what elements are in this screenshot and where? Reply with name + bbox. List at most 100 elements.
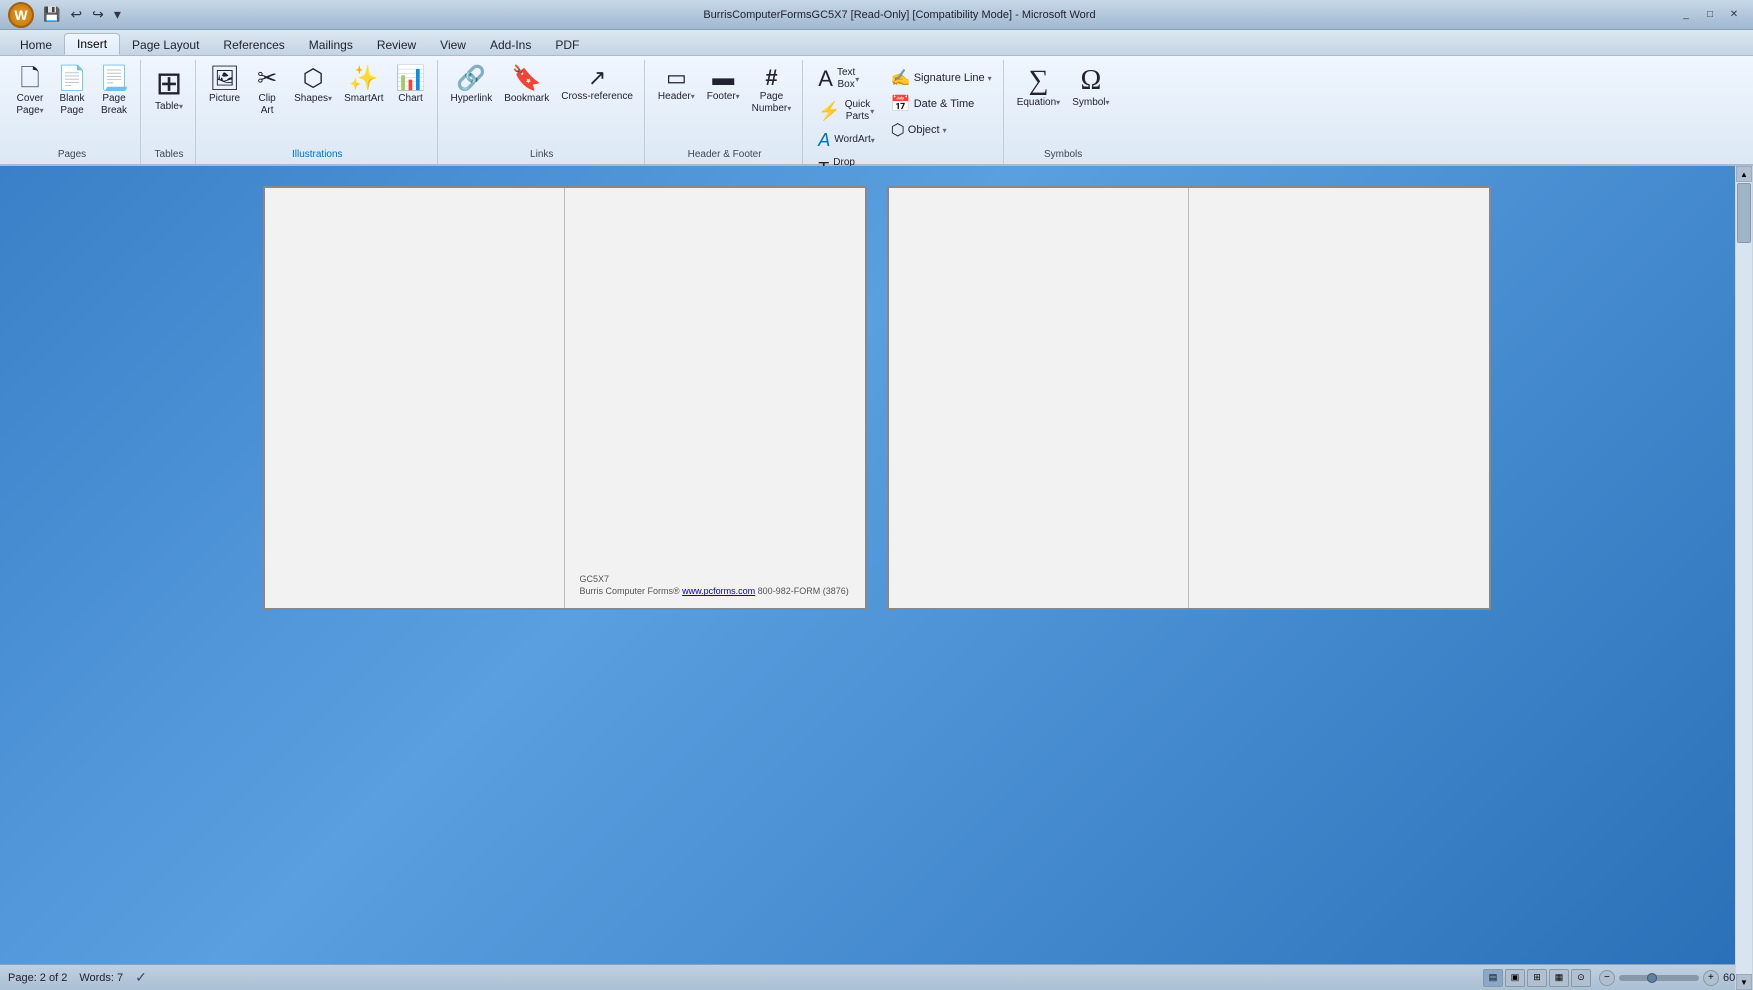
scroll-down-button[interactable]: ▼ xyxy=(1736,974,1752,990)
customize-qa-button[interactable]: ▾ xyxy=(111,4,124,25)
print-layout-button[interactable]: ▤ xyxy=(1483,969,1503,987)
vertical-scrollbar[interactable]: ▲ ▼ xyxy=(1735,166,1753,990)
zoom-slider[interactable] xyxy=(1619,975,1699,981)
view-mode-buttons: ▤ ▣ ⊞ ▦ ⊙ xyxy=(1483,969,1591,987)
symbol-button[interactable]: Ω Symbol▾ xyxy=(1067,64,1114,112)
title-bar-left: W 💾 ↩ ↪ ▾ xyxy=(8,2,124,28)
object-icon: ⬡ xyxy=(891,120,905,140)
cross-reference-button[interactable]: ↗ Cross-reference xyxy=(556,64,638,106)
scroll-thumb[interactable] xyxy=(1737,183,1751,243)
blank-page-button[interactable]: 📄 BlankPage xyxy=(52,64,92,120)
zoom-controls: − + 60% xyxy=(1599,970,1745,986)
tab-home[interactable]: Home xyxy=(8,35,64,55)
minimize-button[interactable]: _ xyxy=(1675,6,1697,24)
header-footer-items: ▭ Header▾ ▬ Footer▾ # PageNumber▾ xyxy=(653,62,796,147)
tab-insert[interactable]: Insert xyxy=(64,33,120,55)
close-button[interactable]: ✕ xyxy=(1723,6,1745,24)
tab-view[interactable]: View xyxy=(428,35,478,55)
tab-page-layout[interactable]: Page Layout xyxy=(120,35,211,55)
footer-line2: Burris Computer Forms® www.pcforms.com 8… xyxy=(580,585,849,598)
symbols-items: ∑ Equation▾ Ω Symbol▾ xyxy=(1012,62,1115,147)
outline-button[interactable]: ▦ xyxy=(1549,969,1569,987)
zoom-slider-thumb xyxy=(1647,973,1657,983)
footer-icon: ▬ xyxy=(712,67,734,89)
wordart-button[interactable]: A WordArt ▾ xyxy=(811,128,882,152)
ribbon-group-symbols: ∑ Equation▾ Ω Symbol▾ Symbols xyxy=(1006,60,1121,164)
quick-parts-button[interactable]: ⚡ QuickParts ▾ xyxy=(811,96,882,126)
smartart-button[interactable]: ✨ SmartArt xyxy=(339,64,388,108)
date-time-icon: 📅 xyxy=(891,94,911,114)
quick-access-toolbar: 💾 ↩ ↪ ▾ xyxy=(40,4,124,25)
table-button[interactable]: ⊞ Table▾ xyxy=(149,64,189,116)
signature-line-button[interactable]: ✍ Signature Line ▾ xyxy=(886,66,997,90)
right-spread-container xyxy=(887,186,1491,610)
picture-icon: 🖼 xyxy=(209,67,239,91)
symbols-group-label: Symbols xyxy=(1012,147,1115,162)
pages-items: 🗋 CoverPage▾ 📄 BlankPage 📃 PageBreak xyxy=(10,62,134,147)
page-break-icon: 📃 xyxy=(99,67,129,91)
picture-button[interactable]: 🖼 Picture xyxy=(204,64,245,108)
illustrations-group-label: Illustrations xyxy=(204,147,431,162)
status-left: Page: 2 of 2 Words: 7 ✓ xyxy=(8,969,147,986)
links-items: 🔗 Hyperlink 🔖 Bookmark ↗ Cross-reference xyxy=(446,62,638,147)
links-group-label: Links xyxy=(446,147,638,162)
cover-page-button[interactable]: 🗋 CoverPage▾ xyxy=(10,64,50,120)
date-time-button[interactable]: 📅 Date & Time xyxy=(886,92,997,116)
bookmark-icon: 🔖 xyxy=(512,67,542,91)
scroll-track[interactable] xyxy=(1736,182,1752,974)
illustrations-items: 🖼 Picture ✂ ClipArt ⬡ Shapes▾ ✨ SmartArt… xyxy=(204,62,431,147)
header-footer-group-label: Header & Footer xyxy=(653,147,796,162)
ribbon-group-links: 🔗 Hyperlink 🔖 Bookmark ↗ Cross-reference… xyxy=(440,60,645,164)
office-button[interactable]: W xyxy=(8,2,34,28)
header-button[interactable]: ▭ Header▾ xyxy=(653,64,700,106)
blank-page-icon: 📄 xyxy=(57,67,87,91)
tab-review[interactable]: Review xyxy=(365,35,428,55)
equation-icon: ∑ xyxy=(1028,67,1048,95)
text-right-btns: ✍ Signature Line ▾ 📅 Date & Time ⬡ Objec… xyxy=(886,64,997,142)
page-number-icon: # xyxy=(765,67,777,89)
ribbon-group-illustrations: 🖼 Picture ✂ ClipArt ⬡ Shapes▾ ✨ SmartArt… xyxy=(198,60,438,164)
quick-parts-icon: ⚡ xyxy=(818,102,840,120)
maximize-button[interactable]: □ xyxy=(1699,6,1721,24)
object-button[interactable]: ⬡ Object ▾ xyxy=(886,118,997,142)
ribbon-tabs: Home Insert Page Layout References Maili… xyxy=(0,30,1753,56)
ribbon: 🗋 CoverPage▾ 📄 BlankPage 📃 PageBreak Pag… xyxy=(0,56,1753,166)
document-page-3 xyxy=(889,188,1189,608)
zoom-in-button[interactable]: + xyxy=(1703,970,1719,986)
text-box-button[interactable]: A TextBox ▾ xyxy=(811,64,882,94)
word-count: Words: 7 xyxy=(79,972,123,984)
page-spread-left: GC5X7 Burris Computer Forms® www.pcforms… xyxy=(263,186,867,610)
page-break-button[interactable]: 📃 PageBreak xyxy=(94,64,134,120)
clip-art-button[interactable]: ✂ ClipArt xyxy=(247,64,287,120)
tab-mailings[interactable]: Mailings xyxy=(297,35,365,55)
table-icon: ⊞ xyxy=(156,67,183,99)
undo-button[interactable]: ↩ xyxy=(67,4,85,25)
tab-references[interactable]: References xyxy=(211,35,296,55)
pages-group-label: Pages xyxy=(10,147,134,162)
ribbon-group-pages: 🗋 CoverPage▾ 📄 BlankPage 📃 PageBreak Pag… xyxy=(4,60,141,164)
redo-button[interactable]: ↪ xyxy=(89,4,107,25)
page-2-footer: GC5X7 Burris Computer Forms® www.pcforms… xyxy=(580,573,849,598)
save-button[interactable]: 💾 xyxy=(40,4,63,25)
document-page-1 xyxy=(265,188,565,608)
draft-button[interactable]: ⊙ xyxy=(1571,969,1591,987)
canvas-area[interactable]: GC5X7 Burris Computer Forms® www.pcforms… xyxy=(0,166,1753,964)
scroll-up-button[interactable]: ▲ xyxy=(1736,166,1752,182)
page-number-button[interactable]: # PageNumber▾ xyxy=(747,64,797,118)
tab-add-ins[interactable]: Add-Ins xyxy=(478,35,543,55)
tab-pdf[interactable]: PDF xyxy=(543,35,591,55)
spell-check-icon[interactable]: ✓ xyxy=(135,969,147,986)
web-layout-button[interactable]: ⊞ xyxy=(1527,969,1547,987)
bookmark-button[interactable]: 🔖 Bookmark xyxy=(499,64,554,108)
shapes-button[interactable]: ⬡ Shapes▾ xyxy=(289,64,337,108)
hyperlink-button[interactable]: 🔗 Hyperlink xyxy=(446,64,498,108)
chart-button[interactable]: 📊 Chart xyxy=(391,64,431,108)
zoom-out-button[interactable]: − xyxy=(1599,970,1615,986)
equation-button[interactable]: ∑ Equation▾ xyxy=(1012,64,1066,112)
textbox-icon: A xyxy=(818,68,833,90)
footer-button[interactable]: ▬ Footer▾ xyxy=(702,64,745,106)
full-screen-button[interactable]: ▣ xyxy=(1505,969,1525,987)
document-page-4 xyxy=(1189,188,1489,608)
status-right: ▤ ▣ ⊞ ▦ ⊙ − + 60% xyxy=(1483,969,1745,987)
ribbon-group-header-footer: ▭ Header▾ ▬ Footer▾ # PageNumber▾ Header… xyxy=(647,60,803,164)
